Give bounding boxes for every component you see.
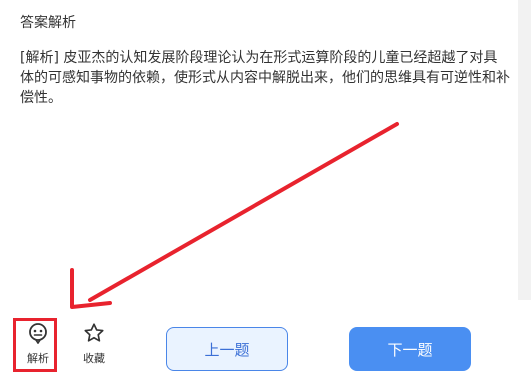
analysis-card: 答案解析 [解析] 皮亚杰的认知发展阶段理论认为在形式运算阶段的儿童已经超越了对… [0,0,518,300]
annotation-highlight-box [13,318,57,372]
favorite-tool-button[interactable]: 收藏 [70,322,118,372]
section-title: 答案解析 [20,15,76,31]
prev-question-button[interactable]: 上一题 [166,327,288,371]
analysis-text: [解析] 皮亚杰的认知发展阶段理论认为在形式运算阶段的儿童已经超越了对具体的可感… [20,50,510,106]
favorite-tool-label: 收藏 [83,352,105,365]
next-question-button[interactable]: 下一题 [349,327,471,371]
star-outline-icon [84,323,104,342]
